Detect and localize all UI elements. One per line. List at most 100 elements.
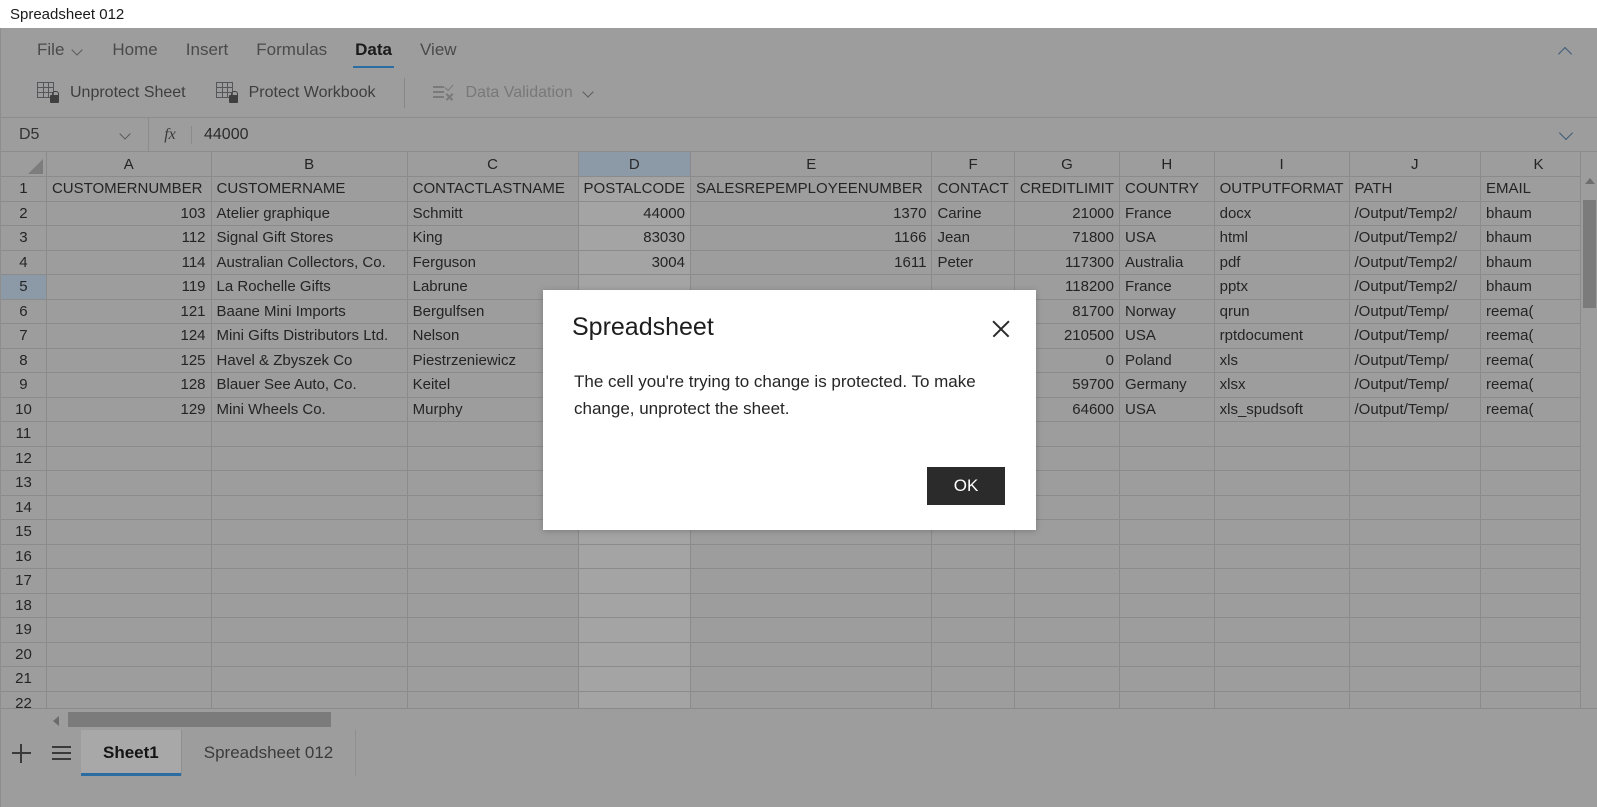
sheet-tab-spreadsheet-012[interactable]: Spreadsheet 012 bbox=[182, 730, 357, 776]
cell-I7[interactable]: rptdocument bbox=[1214, 323, 1350, 349]
cell-G19[interactable] bbox=[1014, 617, 1121, 643]
cell-E1[interactable]: SALESREPEMPLOYEENUMBER bbox=[690, 176, 933, 202]
protect-workbook-button[interactable]: Protect Workbook bbox=[204, 76, 388, 109]
cell-E2[interactable]: 1370 bbox=[690, 201, 933, 226]
cell-A18[interactable] bbox=[46, 593, 212, 618]
cell-G17[interactable] bbox=[1014, 568, 1121, 594]
ok-button[interactable]: OK bbox=[927, 467, 1005, 505]
column-header-a[interactable]: A bbox=[46, 152, 212, 177]
column-header-f[interactable]: F bbox=[931, 152, 1015, 177]
row-header-7[interactable]: 7 bbox=[1, 323, 47, 349]
cell-C22[interactable] bbox=[407, 691, 579, 708]
cell-B12[interactable] bbox=[211, 446, 408, 471]
cell-A14[interactable] bbox=[46, 495, 212, 520]
cell-F17[interactable] bbox=[931, 568, 1015, 594]
cell-B22[interactable] bbox=[211, 691, 408, 708]
cell-I21[interactable] bbox=[1214, 666, 1350, 692]
cell-C4[interactable]: Ferguson bbox=[407, 250, 579, 275]
cell-H16[interactable] bbox=[1119, 544, 1215, 569]
cell-B6[interactable]: Baane Mini Imports bbox=[211, 299, 408, 324]
cell-D18[interactable] bbox=[578, 593, 691, 618]
cell-F20[interactable] bbox=[931, 642, 1015, 667]
cell-J6[interactable]: /Output/Temp/ bbox=[1349, 299, 1481, 324]
cell-H13[interactable] bbox=[1119, 470, 1215, 496]
cell-B21[interactable] bbox=[211, 666, 408, 692]
cell-J7[interactable]: /Output/Temp/ bbox=[1349, 323, 1481, 349]
cell-F19[interactable] bbox=[931, 617, 1015, 643]
row-header-12[interactable]: 12 bbox=[1, 446, 47, 471]
cell-H10[interactable]: USA bbox=[1119, 397, 1215, 422]
cell-J8[interactable]: /Output/Temp/ bbox=[1349, 348, 1481, 373]
cell-I14[interactable] bbox=[1214, 495, 1350, 520]
cell-J2[interactable]: /Output/Temp2/ bbox=[1349, 201, 1481, 226]
cell-H2[interactable]: France bbox=[1119, 201, 1215, 226]
cell-E17[interactable] bbox=[690, 568, 933, 594]
cell-F2[interactable]: Carine bbox=[931, 201, 1015, 226]
cell-B7[interactable]: Mini Gifts Distributors Ltd. bbox=[211, 323, 408, 349]
cell-E21[interactable] bbox=[690, 666, 933, 692]
cell-F1[interactable]: CONTACT bbox=[931, 176, 1015, 202]
ribbon-tab-home[interactable]: Home bbox=[98, 40, 171, 68]
select-all-corner[interactable] bbox=[1, 152, 47, 177]
cell-A3[interactable]: 112 bbox=[46, 225, 212, 251]
row-header-15[interactable]: 15 bbox=[1, 519, 47, 545]
cell-C20[interactable] bbox=[407, 642, 579, 667]
cell-J22[interactable] bbox=[1349, 691, 1481, 708]
cell-I18[interactable] bbox=[1214, 593, 1350, 618]
close-icon[interactable] bbox=[988, 316, 1014, 342]
ribbon-tab-file[interactable]: File bbox=[23, 40, 98, 68]
column-header-h[interactable]: H bbox=[1119, 152, 1215, 177]
ribbon-tab-view[interactable]: View bbox=[406, 40, 471, 68]
cell-J19[interactable] bbox=[1349, 617, 1481, 643]
cell-H11[interactable] bbox=[1119, 421, 1215, 447]
cell-B15[interactable] bbox=[211, 519, 408, 545]
cell-B2[interactable]: Atelier graphique bbox=[211, 201, 408, 226]
row-header-10[interactable]: 10 bbox=[1, 397, 47, 422]
sheet-tab-sheet1[interactable]: Sheet1 bbox=[81, 730, 182, 776]
cell-A17[interactable] bbox=[46, 568, 212, 594]
cell-H6[interactable]: Norway bbox=[1119, 299, 1215, 324]
cell-D1[interactable]: POSTALCODE bbox=[578, 176, 691, 202]
row-header-14[interactable]: 14 bbox=[1, 495, 47, 520]
cell-C3[interactable]: King bbox=[407, 225, 579, 251]
cell-A13[interactable] bbox=[46, 470, 212, 496]
cell-G4[interactable]: 117300 bbox=[1014, 250, 1121, 275]
cell-H22[interactable] bbox=[1119, 691, 1215, 708]
cell-H1[interactable]: COUNTRY bbox=[1119, 176, 1215, 202]
row-header-18[interactable]: 18 bbox=[1, 593, 47, 618]
cell-C21[interactable] bbox=[407, 666, 579, 692]
cell-D19[interactable] bbox=[578, 617, 691, 643]
vertical-scroll-thumb[interactable] bbox=[1583, 200, 1596, 308]
cell-H15[interactable] bbox=[1119, 519, 1215, 545]
row-header-21[interactable]: 21 bbox=[1, 666, 47, 692]
row-header-3[interactable]: 3 bbox=[1, 225, 47, 251]
cell-A20[interactable] bbox=[46, 642, 212, 667]
cell-E4[interactable]: 1611 bbox=[690, 250, 933, 275]
cell-I15[interactable] bbox=[1214, 519, 1350, 545]
vertical-scrollbar[interactable] bbox=[1580, 152, 1597, 708]
cell-H14[interactable] bbox=[1119, 495, 1215, 520]
cell-D3[interactable]: 83030 bbox=[578, 225, 691, 251]
cell-A6[interactable]: 121 bbox=[46, 299, 212, 324]
cell-A16[interactable] bbox=[46, 544, 212, 569]
cell-A5[interactable]: 119 bbox=[46, 274, 212, 300]
cell-B16[interactable] bbox=[211, 544, 408, 569]
cell-G2[interactable]: 21000 bbox=[1014, 201, 1121, 226]
column-header-e[interactable]: E bbox=[690, 152, 933, 177]
formula-input[interactable]: 44000 bbox=[192, 126, 249, 144]
cell-A8[interactable]: 125 bbox=[46, 348, 212, 373]
cell-I4[interactable]: pdf bbox=[1214, 250, 1350, 275]
cell-D22[interactable] bbox=[578, 691, 691, 708]
row-header-17[interactable]: 17 bbox=[1, 568, 47, 594]
cell-G3[interactable]: 71800 bbox=[1014, 225, 1121, 251]
ribbon-tab-insert[interactable]: Insert bbox=[172, 40, 243, 68]
cell-H18[interactable] bbox=[1119, 593, 1215, 618]
cell-C16[interactable] bbox=[407, 544, 579, 569]
cell-D4[interactable]: 3004 bbox=[578, 250, 691, 275]
row-header-22[interactable]: 22 bbox=[1, 691, 47, 708]
cell-J3[interactable]: /Output/Temp2/ bbox=[1349, 225, 1481, 251]
row-header-2[interactable]: 2 bbox=[1, 201, 47, 226]
cell-F4[interactable]: Peter bbox=[931, 250, 1015, 275]
ribbon-tab-data[interactable]: Data bbox=[341, 40, 406, 68]
cell-J21[interactable] bbox=[1349, 666, 1481, 692]
